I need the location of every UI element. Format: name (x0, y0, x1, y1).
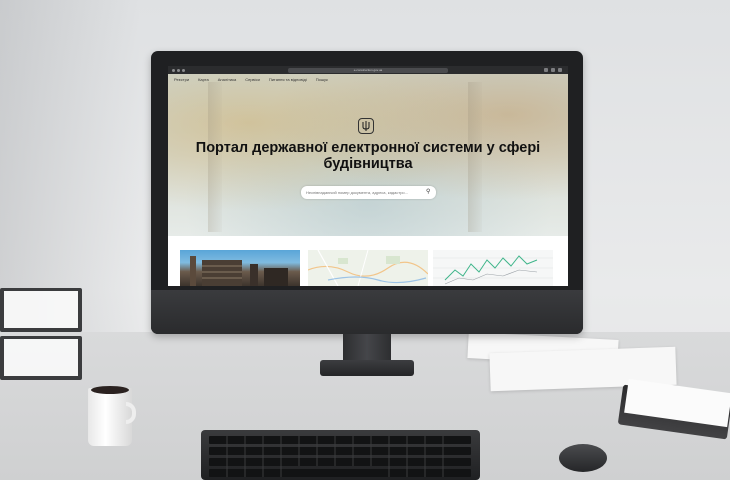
browser-actions (544, 68, 562, 72)
nav-link-search[interactable]: Пошук (316, 77, 328, 82)
search-bar: ⚲ (301, 186, 436, 199)
map-image (308, 250, 428, 286)
card-construction-photo[interactable] (180, 250, 300, 286)
line-chart-image (433, 255, 553, 285)
hero-section: Реєстри Карта Аналітика Сервіси Питання … (168, 74, 568, 236)
feature-cards (168, 236, 568, 286)
new-tab-icon[interactable] (551, 68, 555, 72)
card-map-preview[interactable] (308, 250, 428, 286)
minimize-window-dot[interactable] (177, 68, 180, 72)
wall-shadow (0, 0, 140, 332)
browser-toolbar: e-construction.gov.ua (168, 66, 568, 74)
maximize-window-dot[interactable] (182, 68, 185, 72)
monitor-stand-base (320, 360, 414, 376)
coat-of-arms-icon (358, 118, 374, 134)
monitor-chin (151, 290, 583, 334)
coffee-surface (91, 386, 129, 394)
mouse (559, 444, 607, 472)
document-tray-bottom (0, 336, 82, 380)
top-navigation: Реєстри Карта Аналітика Сервіси Питання … (174, 77, 328, 82)
nav-link-faq[interactable]: Питання та відповіді (269, 77, 307, 82)
construction-site-image (190, 256, 288, 286)
close-window-dot[interactable] (172, 68, 175, 72)
card-analytics-chart[interactable] (433, 250, 553, 286)
search-input[interactable] (306, 186, 421, 199)
nav-link-registers[interactable]: Реєстри (174, 77, 189, 82)
keyboard-keys (209, 436, 471, 477)
nav-link-services[interactable]: Сервіси (245, 77, 260, 82)
tabs-overview-icon[interactable] (558, 68, 562, 72)
nav-link-analytics[interactable]: Аналітика (218, 77, 236, 82)
nav-link-map[interactable]: Карта (198, 77, 209, 82)
monitor-screen: e-construction.gov.ua Реєстри Карта Анал… (168, 66, 568, 286)
keyboard (201, 430, 480, 480)
monitor-stand (343, 334, 391, 362)
trident-icon (362, 121, 370, 131)
document-tray-top (0, 288, 82, 332)
address-bar[interactable]: e-construction.gov.ua (288, 67, 448, 73)
search-icon[interactable]: ⚲ (426, 189, 432, 195)
window-controls[interactable] (172, 68, 185, 72)
page-title: Портал державної електронної системи у с… (195, 140, 541, 172)
share-icon[interactable] (544, 68, 548, 72)
